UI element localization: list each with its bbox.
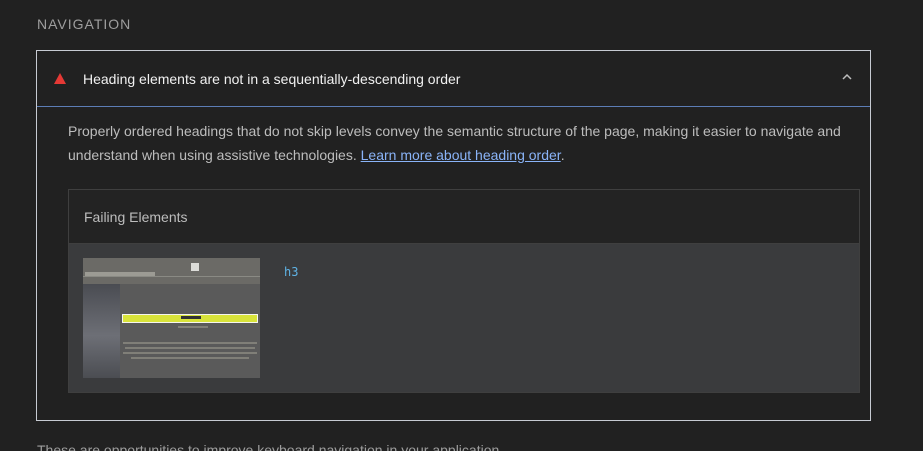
warning-triangle-icon bbox=[54, 73, 66, 84]
thumb-highlight-text bbox=[181, 316, 201, 319]
thumb-text-line bbox=[123, 352, 257, 354]
audit-title: Heading elements are not in a sequential… bbox=[83, 71, 461, 87]
table-header: Failing Elements bbox=[69, 190, 859, 244]
page: NAVIGATION Heading elements are not in a… bbox=[0, 0, 923, 451]
thumb-divider bbox=[83, 276, 260, 277]
thumb-text-line bbox=[178, 326, 208, 328]
failing-elements-table: Failing Elements h3 bbox=[68, 189, 860, 393]
thumb-highlighted-element bbox=[122, 314, 258, 323]
thumb-page-header bbox=[83, 258, 260, 284]
audit-description: Properly ordered headings that do not sk… bbox=[68, 119, 848, 167]
table-header-label: Failing Elements bbox=[84, 209, 188, 225]
footer-description: These are opportunities to improve keybo… bbox=[37, 442, 504, 451]
thumb-text-line bbox=[125, 347, 255, 349]
table-row[interactable]: h3 bbox=[69, 244, 859, 392]
audit-header[interactable]: Heading elements are not in a sequential… bbox=[37, 51, 870, 107]
thumb-side-image bbox=[83, 284, 120, 378]
section-title: NAVIGATION bbox=[37, 16, 132, 32]
thumb-title bbox=[85, 272, 155, 276]
thumb-text-line bbox=[131, 357, 249, 359]
chevron-up-icon[interactable] bbox=[841, 71, 853, 83]
description-end: . bbox=[560, 147, 565, 163]
audit-card: Heading elements are not in a sequential… bbox=[36, 50, 871, 421]
element-tag-label[interactable]: h3 bbox=[284, 265, 298, 279]
thumb-button bbox=[191, 263, 199, 271]
thumb-text-line bbox=[123, 342, 257, 344]
element-screenshot-thumbnail[interactable] bbox=[83, 258, 260, 378]
learn-more-link[interactable]: Learn more about heading order bbox=[361, 147, 561, 163]
